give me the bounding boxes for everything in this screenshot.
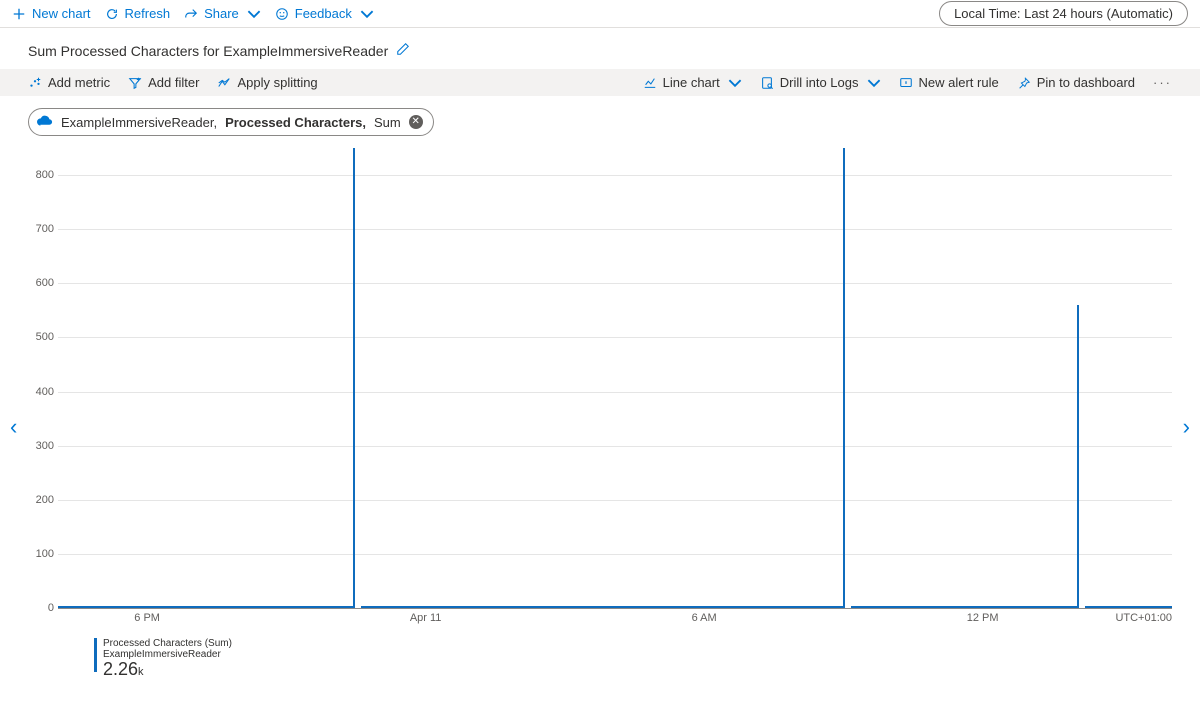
share-label: Share [204, 6, 239, 21]
alert-icon [899, 76, 913, 90]
data-spike [1077, 305, 1079, 608]
x-tick-label: 12 PM [967, 612, 999, 624]
resource-icon [35, 113, 53, 131]
new-alert-button[interactable]: New alert rule [899, 75, 999, 90]
new-alert-label: New alert rule [919, 75, 999, 90]
new-chart-button[interactable]: New chart [12, 6, 91, 21]
plus-icon [12, 7, 26, 21]
y-tick-label: 200 [28, 494, 54, 506]
y-tick-label: 400 [28, 386, 54, 398]
top-toolbar-left: New chart Refresh Share Feedback [12, 6, 374, 21]
legend-value-unit: k [138, 666, 144, 678]
chart-title-row: Sum Processed Characters for ExampleImme… [0, 28, 1200, 69]
y-tick-label: 700 [28, 223, 54, 235]
pin-icon [1017, 76, 1031, 90]
gridline [58, 283, 1172, 284]
metric-pill-metric: Processed Characters, [225, 115, 366, 130]
legend-value-number: 2.26 [103, 659, 138, 679]
legend-value: 2.26k [103, 660, 232, 680]
chart-toolbar-right: Line chart Drill into Logs New alert rul… [643, 75, 1172, 90]
x-tick-label: Apr 11 [410, 612, 442, 624]
chevron-down-icon [728, 76, 742, 90]
metric-pills-row: ExampleImmersiveReader, Processed Charac… [0, 96, 1200, 148]
y-tick-label: 300 [28, 440, 54, 452]
filter-icon [128, 76, 142, 90]
prev-chart-button[interactable]: ‹ [4, 408, 23, 446]
chart-toolbar-left: Add metric Add filter Apply splitting [28, 75, 318, 90]
chart-type-label: Line chart [663, 75, 720, 90]
time-range-picker[interactable]: Local Time: Last 24 hours (Automatic) [939, 1, 1188, 26]
chart-container: ‹ › 0100200300400500600700800 6 PMApr 11… [0, 148, 1200, 692]
feedback-label: Feedback [295, 6, 352, 21]
gridline [58, 392, 1172, 393]
gridline [58, 229, 1172, 230]
next-chart-button[interactable]: › [1177, 408, 1196, 446]
share-button[interactable]: Share [184, 6, 261, 21]
share-icon [184, 7, 198, 21]
remove-metric-button[interactable]: ✕ [409, 115, 423, 129]
chart-title: Sum Processed Characters for ExampleImme… [28, 43, 388, 59]
new-chart-label: New chart [32, 6, 91, 21]
data-spike [843, 148, 845, 608]
split-icon [217, 76, 231, 90]
add-metric-button[interactable]: Add metric [28, 75, 110, 90]
legend-text: Processed Characters (Sum) ExampleImmers… [103, 638, 232, 680]
add-filter-button[interactable]: Add filter [128, 75, 199, 90]
y-tick-label: 500 [28, 331, 54, 343]
add-metric-icon [28, 76, 42, 90]
x-tick-label: 6 PM [134, 612, 160, 624]
gridline [58, 337, 1172, 338]
gridline [58, 554, 1172, 555]
feedback-button[interactable]: Feedback [275, 6, 374, 21]
metric-pill-resource: ExampleImmersiveReader, [61, 115, 217, 130]
chevron-down-icon [360, 7, 374, 21]
gridline [58, 446, 1172, 447]
y-tick-label: 600 [28, 277, 54, 289]
add-filter-label: Add filter [148, 75, 199, 90]
legend-series-name: Processed Characters (Sum) [103, 638, 232, 649]
chart-type-dropdown[interactable]: Line chart [643, 75, 742, 90]
y-tick-label: 800 [28, 169, 54, 181]
drill-logs-label: Drill into Logs [780, 75, 859, 90]
chart-toolbar: Add metric Add filter Apply splitting Li… [0, 69, 1200, 96]
metric-pill-aggregation: Sum [374, 115, 401, 130]
data-spike [353, 148, 355, 608]
chart-x-axis: 6 PM Apr 11 6 AM 12 PM UTC+01:00 [58, 608, 1172, 630]
top-toolbar: New chart Refresh Share Feedback Local T… [0, 0, 1200, 28]
metric-pill[interactable]: ExampleImmersiveReader, Processed Charac… [28, 108, 434, 136]
refresh-icon [105, 7, 119, 21]
smiley-icon [275, 7, 289, 21]
legend-color-bar [94, 638, 97, 672]
apply-splitting-label: Apply splitting [237, 75, 317, 90]
edit-title-button[interactable] [396, 42, 410, 59]
pin-dashboard-button[interactable]: Pin to dashboard [1017, 75, 1135, 90]
gridline [58, 175, 1172, 176]
pin-dashboard-label: Pin to dashboard [1037, 75, 1135, 90]
logs-icon [760, 76, 774, 90]
refresh-button[interactable]: Refresh [105, 6, 171, 21]
chart-plot-area[interactable]: 0100200300400500600700800 [58, 148, 1172, 608]
chart-legend: Processed Characters (Sum) ExampleImmers… [40, 630, 1172, 692]
timezone-label: UTC+01:00 [1115, 612, 1172, 624]
pencil-icon [396, 42, 410, 56]
x-tick-label: 6 AM [692, 612, 717, 624]
top-toolbar-right: Local Time: Last 24 hours (Automatic) [939, 6, 1188, 21]
drill-logs-button[interactable]: Drill into Logs [760, 75, 881, 90]
y-tick-label: 100 [28, 548, 54, 560]
more-options-button[interactable]: ··· [1153, 75, 1172, 90]
y-tick-label: 0 [28, 602, 54, 614]
chevron-down-icon [867, 76, 881, 90]
gridline [58, 500, 1172, 501]
refresh-label: Refresh [125, 6, 171, 21]
line-chart-icon [643, 76, 657, 90]
apply-splitting-button[interactable]: Apply splitting [217, 75, 317, 90]
add-metric-label: Add metric [48, 75, 110, 90]
chevron-down-icon [247, 7, 261, 21]
